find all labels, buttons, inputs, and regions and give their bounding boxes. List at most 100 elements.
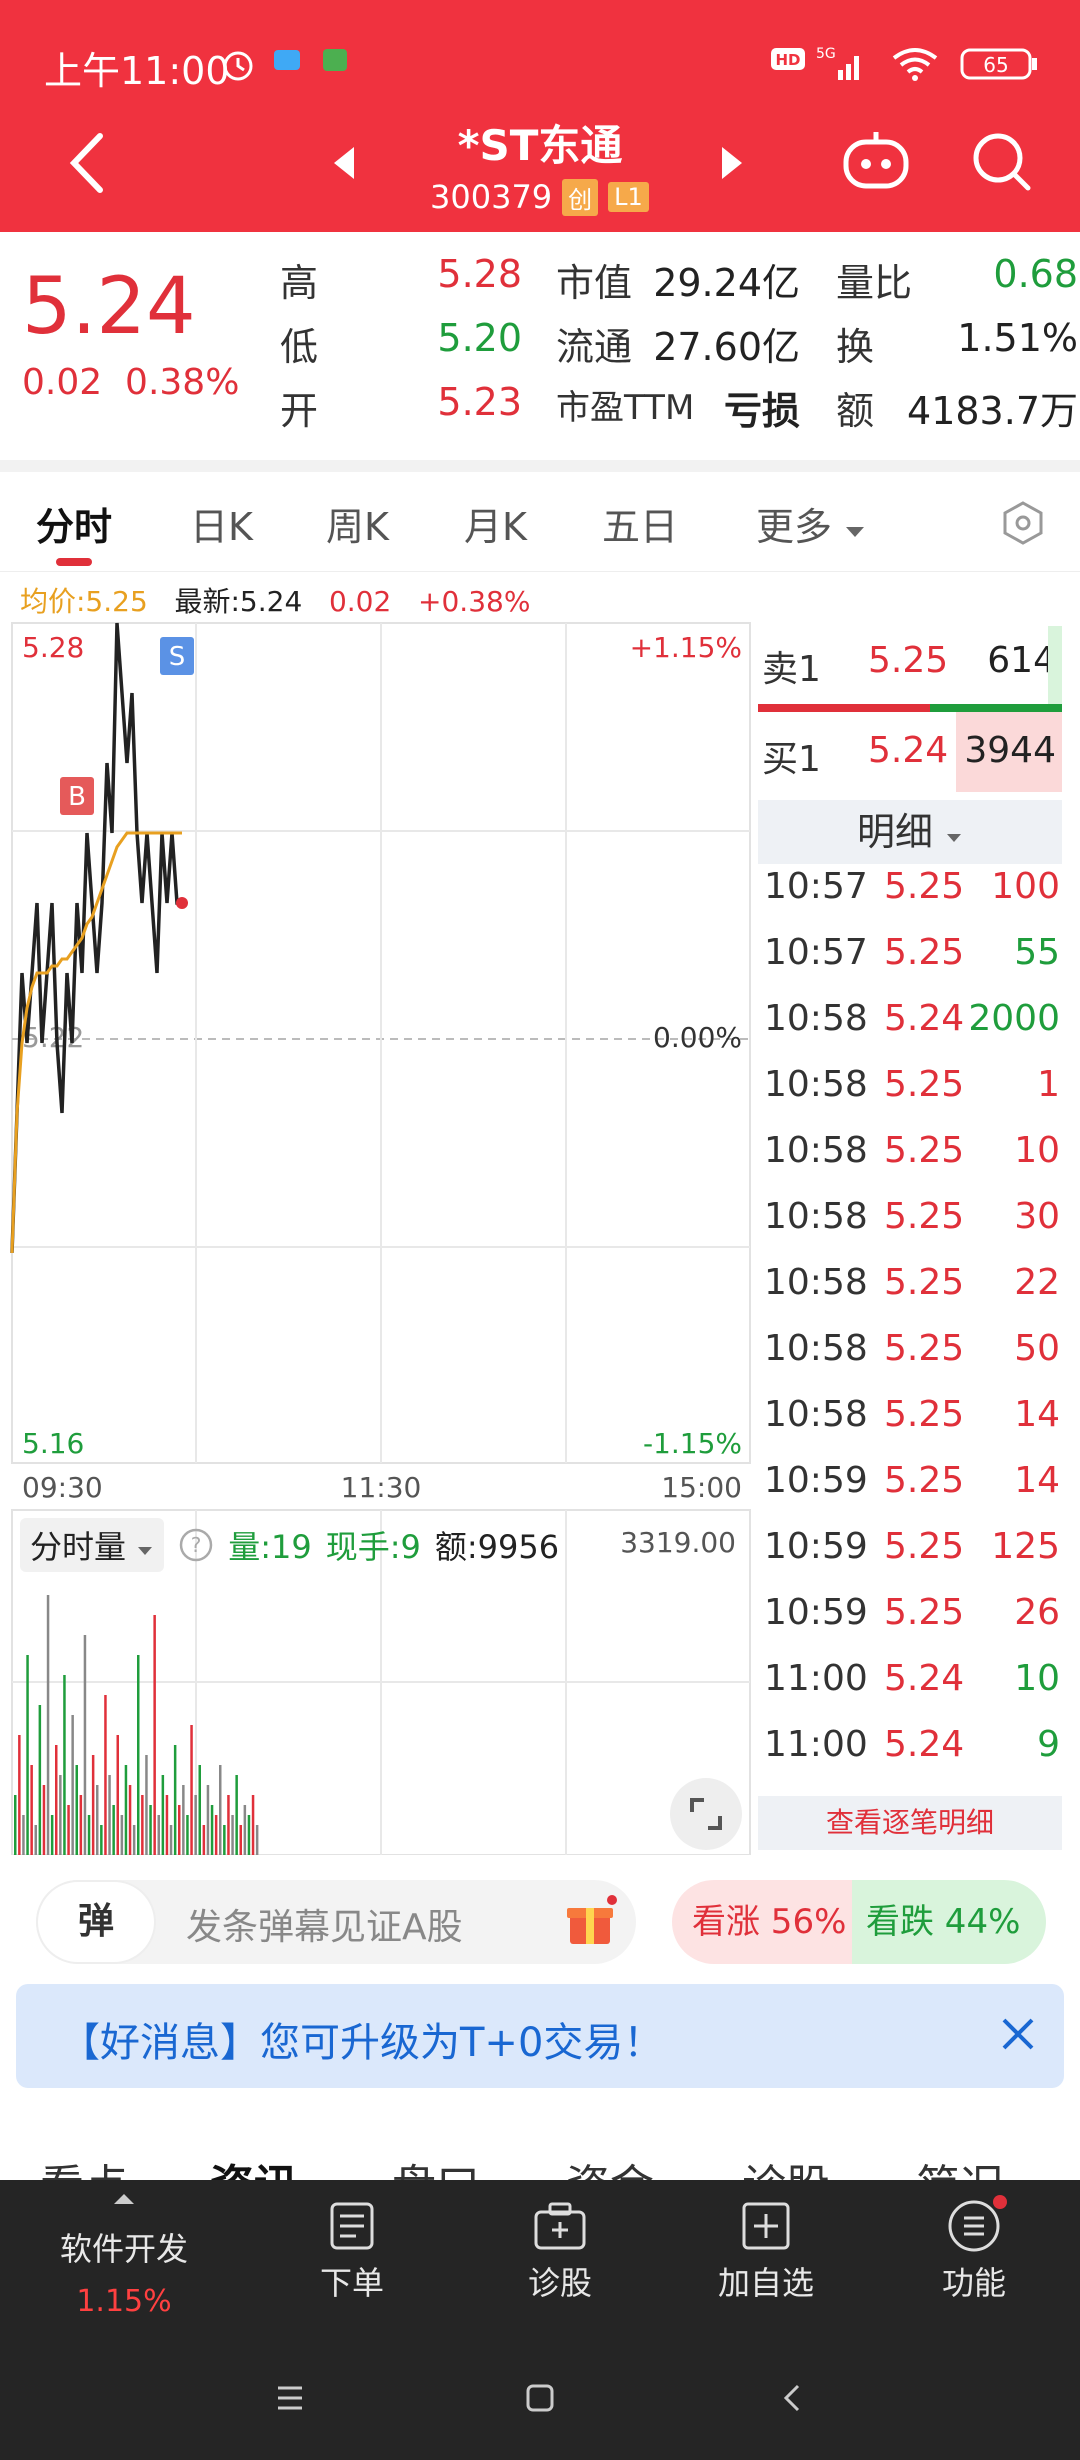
tab-daily-k[interactable]: 日K: [190, 496, 253, 551]
back-nav-icon[interactable]: [774, 2380, 810, 2416]
expand-chart-button[interactable]: [670, 1778, 742, 1850]
danmaku-toggle-button[interactable]: 弹: [36, 1880, 156, 1964]
tab-monthly-k[interactable]: 月K: [464, 496, 527, 551]
volume-bar: [235, 1775, 238, 1855]
info-change: 0.02: [328, 585, 392, 618]
volume-bar: [157, 1815, 160, 1855]
tab-more[interactable]: 更多: [756, 496, 866, 551]
open-label: 开: [280, 389, 319, 433]
add-watchlist-button[interactable]: 加自选: [666, 2180, 866, 2340]
volume-max: 3319.00: [620, 1526, 736, 1559]
svg-text:S: S: [169, 642, 186, 672]
chart-info-line: 均价:5.25 最新:5.24 0.02 +0.38%: [20, 580, 530, 620]
current-price: 5.24: [22, 262, 196, 352]
tick-row: 10:58 5.25 10: [764, 1130, 1064, 1196]
volume-bar: [190, 1725, 193, 1855]
float-value: 27.60亿: [653, 325, 800, 369]
robot-assistant-icon[interactable]: [840, 128, 912, 192]
tab-weekly-k[interactable]: 周K: [326, 496, 389, 551]
volume-bar: [251, 1795, 255, 1855]
tab-intraday[interactable]: 分时: [36, 496, 112, 551]
tick-row: 10:57 5.25 55: [764, 932, 1064, 998]
open-value: 5.23: [437, 380, 522, 424]
volume-bar: [153, 1615, 156, 1855]
volume-bar: [120, 1815, 124, 1855]
tick-time: 10:59: [764, 1460, 868, 1501]
sentiment-vote: 看涨 56% 看跌 44%: [672, 1880, 1046, 1964]
back-icon[interactable]: [62, 128, 112, 198]
buy-marker: B: [60, 777, 94, 815]
promo-text: 【好消息】您可升级为T+0交易！: [60, 2020, 664, 2066]
high-value: 5.28: [437, 252, 522, 296]
volume-bar: [231, 1815, 234, 1855]
buy1-row[interactable]: 买1 5.24 3944: [758, 712, 1068, 792]
volume-bar: [202, 1825, 206, 1855]
volume-bar: [161, 1775, 165, 1855]
danmaku-toggle-label: 弹: [77, 1901, 114, 1942]
prev-stock-icon[interactable]: [330, 145, 358, 181]
stock-code: 300379: [430, 178, 553, 216]
section-tab-diagnose[interactable]: 诊股: [742, 2150, 830, 2180]
expand-icon: [690, 1798, 722, 1830]
sell1-label: 卖1: [762, 649, 821, 690]
tick-price: 5.25: [884, 932, 965, 973]
volume-type-select[interactable]: 分时量: [20, 1518, 165, 1572]
volume-bar: [173, 1745, 177, 1855]
pct-axis-mid: 0.00%: [653, 1021, 742, 1054]
volume-bar: [227, 1795, 230, 1855]
sector-indicator[interactable]: 软件开发 1.15%: [24, 2180, 224, 2340]
volume-bar: [18, 1735, 21, 1855]
sell1-row[interactable]: 卖1 5.25 614: [758, 626, 1068, 706]
volume-bar: [96, 1785, 99, 1855]
gift-icon[interactable]: [562, 1894, 618, 1950]
tick-volume: 2000: [968, 998, 1060, 1039]
view-tick-details-button[interactable]: 查看逐笔明细: [758, 1796, 1062, 1850]
tick-volume: 22: [1014, 1262, 1060, 1303]
section-tab-quote[interactable]: 盘口: [392, 2150, 480, 2180]
tick-row: 10:58 5.25 22: [764, 1262, 1064, 1328]
vote-bearish-button[interactable]: 看跌 44%: [852, 1880, 1046, 1964]
next-stock-icon[interactable]: [718, 145, 746, 181]
svg-text:?: ?: [191, 1533, 202, 1557]
order-button[interactable]: 下单: [252, 2180, 452, 2340]
section-tab-f10[interactable]: 简况F10: [916, 2150, 1080, 2180]
buy1-volume: 3944: [964, 730, 1056, 771]
sell1-volume: 614: [987, 640, 1056, 681]
settings-hex-icon[interactable]: [1000, 500, 1046, 546]
dropdown-icon: [138, 1547, 153, 1555]
recent-apps-icon[interactable]: [272, 2380, 308, 2416]
tick-time: 10:59: [764, 1592, 868, 1633]
tab-five-day[interactable]: 五日: [602, 496, 678, 551]
functions-button[interactable]: 功能: [874, 2180, 1074, 2340]
close-icon[interactable]: [996, 2012, 1040, 2056]
help-icon[interactable]: ?: [178, 1527, 214, 1563]
section-tab-funds[interactable]: 资金: [566, 2150, 654, 2180]
intraday-chart[interactable]: 5.28 5.22 5.16 +1.15% 0.00% -1.15% 09:30…: [0, 615, 752, 1855]
cloud-app-icon: [274, 50, 300, 70]
detail-selector[interactable]: 明细: [758, 800, 1062, 864]
x-axis-end: 15:00: [661, 1471, 742, 1504]
mktcap-value: 29.24亿: [653, 261, 800, 305]
tick-volume: 50: [1014, 1328, 1060, 1369]
volume-bar: [214, 1815, 218, 1855]
home-icon[interactable]: [522, 2380, 558, 2416]
volume-bar: [141, 1795, 144, 1855]
volume-bar: [14, 1795, 17, 1855]
search-icon[interactable]: [970, 130, 1034, 194]
tick-time: 10:58: [764, 1328, 868, 1369]
tick-time: 10:58: [764, 1064, 868, 1105]
volume-bar: [182, 1785, 185, 1855]
section-tab-news[interactable]: 资讯: [210, 2150, 298, 2180]
section-tab-highlights[interactable]: 看点: [40, 2150, 128, 2180]
tick-row: 11:00 5.24 10: [764, 1658, 1064, 1724]
status-time: 上午11:00: [44, 49, 230, 93]
volume-bar: [239, 1825, 242, 1855]
danmaku-input[interactable]: 发条弹幕见证A股: [186, 1898, 463, 1950]
tick-volume: 1: [1037, 1064, 1060, 1105]
volume-bar: [26, 1655, 29, 1855]
svg-text:5G: 5G: [816, 46, 836, 62]
svg-text:B: B: [68, 782, 86, 812]
vote-bullish-button[interactable]: 看涨 56%: [672, 1880, 862, 1964]
diagnose-button[interactable]: 诊股: [460, 2180, 660, 2340]
promo-banner[interactable]: 【好消息】您可升级为T+0交易！: [16, 1984, 1064, 2088]
